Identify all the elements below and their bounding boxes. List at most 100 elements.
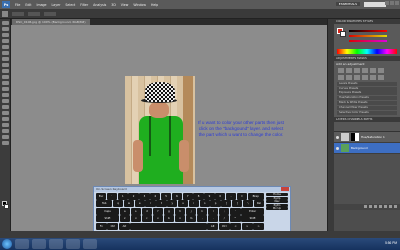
key[interactable]: v — [152, 215, 164, 223]
layer-row-selected[interactable]: Background — [334, 143, 400, 154]
key[interactable]: Alt — [207, 222, 219, 230]
key[interactable]: Shift — [241, 215, 265, 223]
vibrance-icon[interactable] — [370, 68, 376, 73]
key[interactable]: Ctrl — [107, 222, 119, 230]
key[interactable]: l — [207, 207, 219, 215]
keyboard-close-button[interactable] — [281, 187, 289, 191]
key[interactable]: ] — [232, 200, 243, 208]
brightness-icon[interactable] — [338, 68, 344, 73]
brush-tool-icon[interactable] — [1, 63, 9, 67]
document-photo[interactable] — [125, 76, 195, 184]
dodge-tool-icon[interactable] — [1, 99, 9, 103]
clone-stamp-tool-icon[interactable] — [1, 69, 9, 73]
type-tool-icon[interactable] — [1, 111, 9, 115]
channel-mixer-icon[interactable] — [362, 75, 368, 80]
taskbar-app-button[interactable] — [83, 239, 97, 249]
key[interactable]: v — [241, 222, 253, 230]
levels-icon[interactable] — [346, 68, 352, 73]
tab-swatches[interactable]: SWATCHES — [347, 19, 362, 23]
key[interactable]: Caps — [96, 207, 119, 215]
menu-window[interactable]: Window — [133, 3, 146, 7]
link-layers-icon[interactable] — [364, 205, 367, 208]
history-brush-tool-icon[interactable] — [1, 75, 9, 79]
taskbar-app-button[interactable] — [15, 239, 29, 249]
tab-layers[interactable]: LAYERS — [336, 117, 347, 121]
key[interactable]: Nav — [266, 200, 288, 204]
key[interactable]: Fn — [96, 222, 107, 230]
hand-tool-icon[interactable] — [1, 135, 9, 139]
crop-tool-icon[interactable] — [1, 45, 9, 49]
shape-tool-icon[interactable] — [1, 123, 9, 127]
key[interactable]: x — [130, 215, 142, 223]
key[interactable]: 9 — [204, 192, 215, 200]
key[interactable]: s — [130, 207, 142, 215]
key[interactable]: Esc — [96, 192, 107, 200]
key[interactable]: 7 — [182, 192, 193, 200]
menu-3d[interactable]: 3D — [111, 3, 115, 7]
key[interactable]: r — [145, 200, 156, 208]
key[interactable]: \ — [242, 200, 254, 208]
clock[interactable]: 5:56 PM — [385, 241, 397, 245]
key[interactable]: t — [156, 200, 167, 208]
option-control[interactable] — [12, 12, 24, 16]
key[interactable]: q — [112, 200, 124, 208]
menu-analysis[interactable]: Analysis — [93, 3, 106, 7]
layer-mask-thumbnail[interactable] — [351, 133, 359, 141]
key[interactable]: = — [236, 192, 247, 200]
trash-icon[interactable] — [394, 205, 397, 208]
menu-select[interactable]: Select — [65, 3, 75, 7]
key[interactable]: j — [185, 207, 197, 215]
search-input[interactable] — [364, 2, 386, 7]
new-layer-icon[interactable] — [389, 205, 392, 208]
key[interactable]: Del — [253, 200, 264, 208]
key[interactable]: o — [199, 200, 210, 208]
key[interactable]: 5 — [160, 192, 172, 200]
blue-slider[interactable] — [349, 40, 387, 42]
tab-adjustments[interactable]: ADJUSTMENTS — [336, 56, 356, 60]
gradient-tool-icon[interactable] — [1, 87, 9, 91]
visibility-eye-icon[interactable] — [336, 146, 339, 150]
green-slider[interactable] — [349, 35, 387, 37]
tab-channels[interactable]: CHANNELS — [347, 117, 362, 121]
healing-brush-tool-icon[interactable] — [1, 57, 9, 61]
key[interactable]: Shift — [96, 215, 119, 223]
spacebar-key[interactable] — [130, 222, 207, 230]
key[interactable]: b — [163, 215, 175, 223]
panel-background-swatch[interactable] — [340, 31, 346, 37]
preset-item[interactable]: Curves Presets — [337, 86, 397, 91]
layer-row[interactable]: Hue/Saturation 1 — [334, 132, 400, 143]
key[interactable]: e — [134, 200, 145, 208]
key[interactable]: k — [196, 207, 208, 215]
path-select-tool-icon[interactable] — [1, 117, 9, 121]
start-button[interactable] — [2, 239, 12, 249]
taskbar-app-button[interactable] — [32, 239, 46, 249]
key[interactable]: 3 — [139, 192, 150, 200]
menu-image[interactable]: Image — [37, 3, 47, 7]
eyedropper-tool-icon[interactable] — [1, 51, 9, 55]
lasso-tool-icon[interactable] — [1, 33, 9, 37]
key[interactable]: u — [177, 200, 189, 208]
black-white-icon[interactable] — [346, 75, 352, 80]
key[interactable]: 6 — [171, 192, 183, 200]
collapsed-panel-dock[interactable] — [327, 19, 334, 231]
preset-item[interactable]: Selective Color Presets — [337, 110, 397, 115]
key[interactable]: ^ — [230, 215, 241, 223]
key[interactable]: 8 — [193, 192, 204, 200]
tool-preset-icon[interactable] — [2, 11, 8, 17]
key[interactable]: w — [123, 200, 135, 208]
key[interactable]: ' — [230, 207, 241, 215]
option-control[interactable] — [44, 12, 56, 16]
key[interactable]: f — [152, 207, 164, 215]
invert-icon[interactable] — [370, 75, 376, 80]
tab-masks[interactable]: MASKS — [357, 56, 367, 60]
key[interactable]: Mv Up — [266, 207, 288, 211]
key[interactable]: i — [188, 200, 199, 208]
key[interactable]: a — [119, 207, 131, 215]
3d-rotate-tool-icon[interactable] — [1, 129, 9, 133]
curves-icon[interactable] — [354, 68, 360, 73]
workspace-switcher[interactable]: ESSENTIALS — [335, 2, 360, 6]
key[interactable]: - — [225, 192, 237, 200]
new-group-icon[interactable] — [384, 205, 387, 208]
blur-tool-icon[interactable] — [1, 93, 9, 97]
key[interactable]: PgUp — [266, 196, 288, 200]
